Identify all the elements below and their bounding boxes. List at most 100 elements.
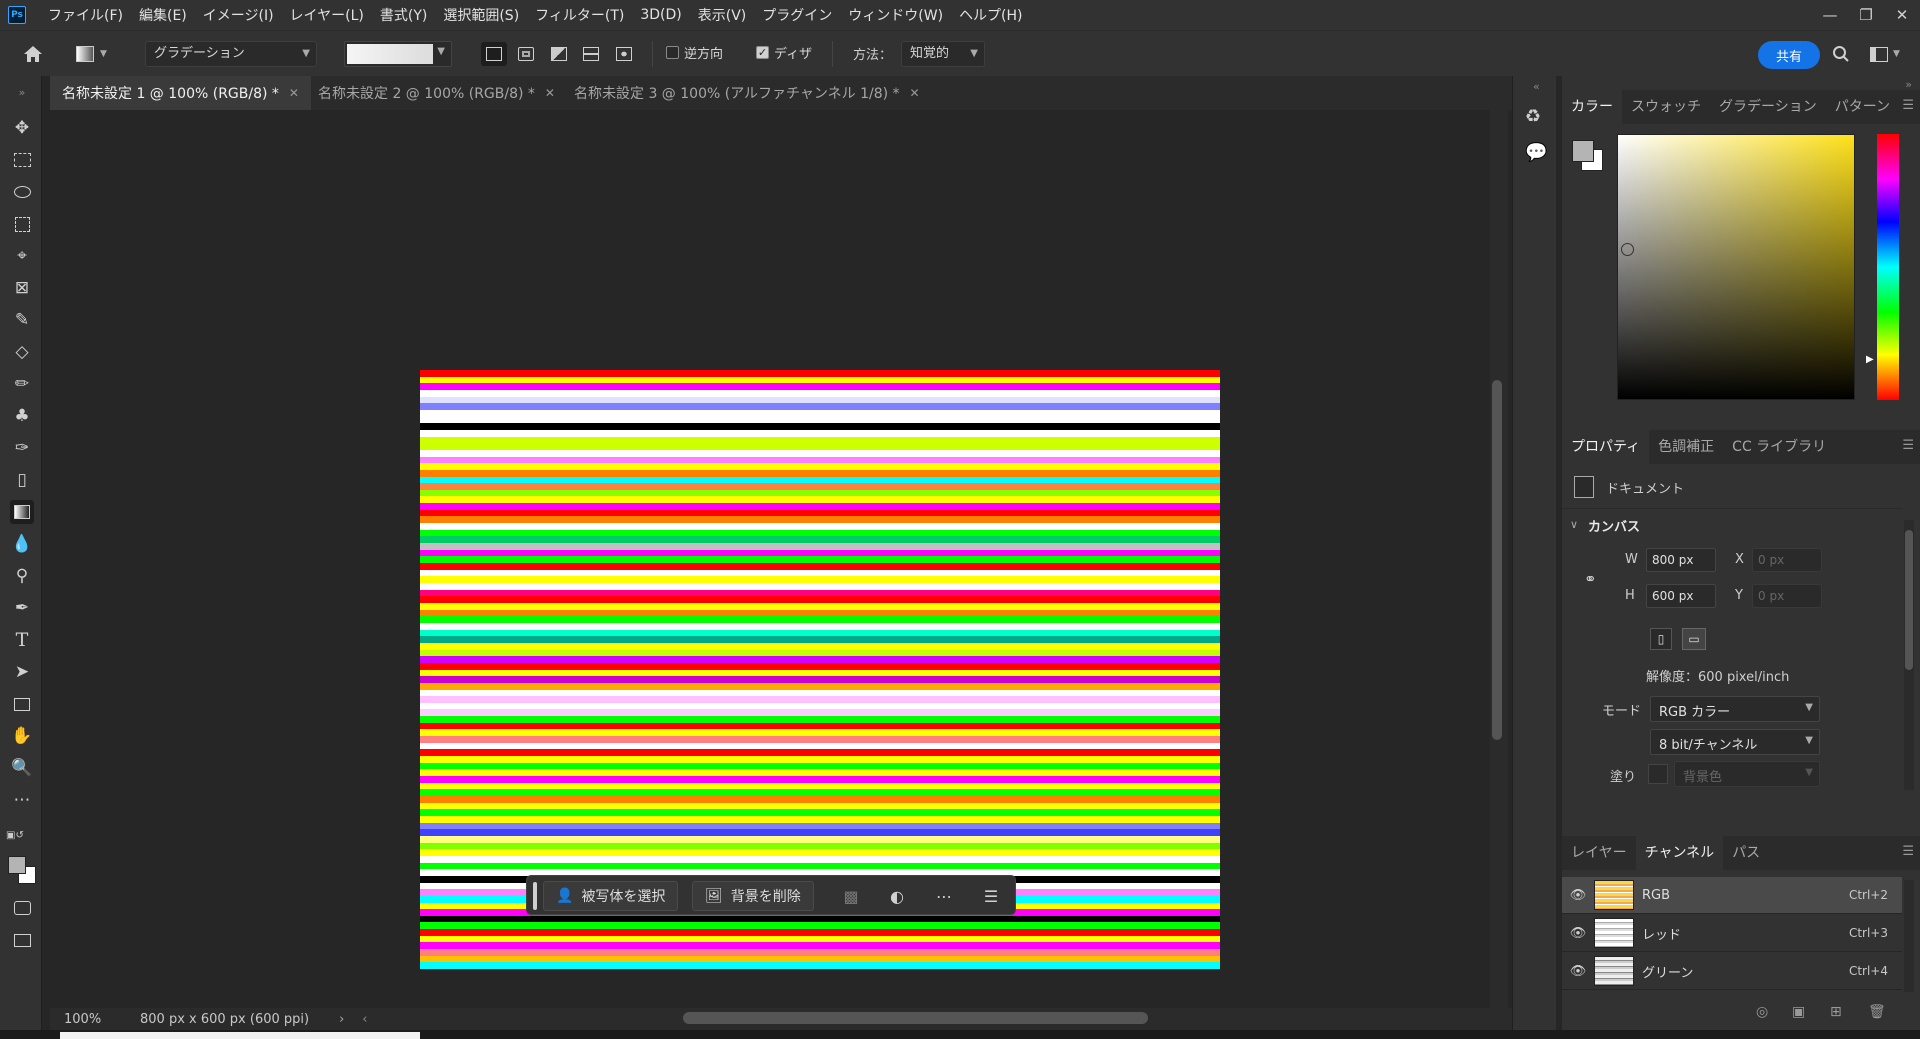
eye-icon[interactable]: 👁 [1562, 926, 1594, 941]
tab-adjustments[interactable]: 色調補正 [1649, 430, 1723, 464]
hue-slider[interactable] [1877, 134, 1899, 400]
dither-checkbox[interactable]: ✓ ディザ [756, 43, 812, 62]
type-tool-icon[interactable]: T [10, 628, 34, 652]
menu-window[interactable]: ウィンドウ(W) [840, 5, 951, 25]
more-options-icon[interactable]: ⋯ [932, 884, 956, 908]
angle-gradient-button[interactable] [546, 42, 572, 66]
tab-color[interactable]: カラー [1562, 90, 1622, 124]
color-mode-dropdown[interactable]: RGB カラー ▼ [1650, 696, 1820, 722]
menu-layer[interactable]: レイヤー(L) [282, 5, 372, 25]
scroll-left-icon[interactable]: ‹ [362, 1012, 367, 1027]
transform-icon[interactable]: ▩ [839, 884, 863, 908]
move-tool-icon[interactable]: ✥ [10, 116, 34, 140]
blur-tool-icon[interactable]: 💧 [10, 532, 34, 556]
new-channel-icon[interactable]: ⊞ [1830, 1004, 1842, 1020]
method-dropdown[interactable]: 知覚的 ▼ [901, 41, 985, 67]
color-picker-field[interactable] [1617, 134, 1855, 400]
workspace-icon[interactable]: ▼ [1870, 40, 1900, 68]
portrait-orientation-icon[interactable]: ▯ [1650, 628, 1672, 650]
foreground-color-swatch[interactable] [8, 856, 26, 874]
lasso-tool-icon[interactable] [10, 180, 34, 204]
tab-channels[interactable]: チャンネル [1635, 836, 1724, 870]
quick-mask-icon[interactable] [10, 896, 34, 920]
channel-row-green[interactable]: 👁 グリーン Ctrl+4 [1562, 953, 1902, 990]
taskbar-drag-handle[interactable] [533, 882, 537, 910]
reverse-checkbox[interactable]: 逆方向 [666, 43, 723, 62]
tab-swatches[interactable]: スウォッチ [1622, 90, 1710, 124]
trash-icon[interactable]: 🗑 [1868, 1004, 1886, 1020]
menu-edit[interactable]: 編集(E) [131, 5, 195, 25]
diamond-gradient-button[interactable] [611, 42, 637, 66]
home-icon[interactable] [22, 40, 44, 68]
tab-gradients[interactable]: グラデーション [1710, 90, 1826, 124]
history-panel-icon[interactable]: ♻ [1525, 106, 1541, 127]
screen-mode-icon[interactable] [10, 928, 34, 952]
properties-scrollbar-thumb[interactable] [1905, 530, 1913, 670]
rectangle-tool-icon[interactable] [10, 692, 34, 716]
settings-sliders-icon[interactable]: ☰ [979, 884, 1003, 908]
fill-dropdown[interactable]: 背景色 ▼ [1674, 761, 1820, 787]
chevron-down-icon[interactable]: ∨ [1570, 518, 1578, 531]
landscape-orientation-icon[interactable]: ▭ [1682, 628, 1706, 650]
y-field[interactable]: 0 px [1752, 584, 1822, 608]
eyedropper-tool-icon[interactable]: ✎ [10, 308, 34, 332]
tab-properties[interactable]: プロパティ [1562, 430, 1650, 464]
channel-row-rgb[interactable]: 👁 RGB Ctrl+2 [1562, 877, 1902, 914]
tab-patterns[interactable]: パターン [1826, 90, 1899, 124]
channel-row-red[interactable]: 👁 レッド Ctrl+3 [1562, 915, 1902, 952]
zoom-level[interactable]: 100% [50, 1012, 110, 1027]
menu-type[interactable]: 書式(Y) [372, 5, 435, 25]
comments-panel-icon[interactable]: 💬 [1525, 142, 1547, 163]
bit-depth-dropdown[interactable]: 8 bit/チャンネル ▼ [1650, 729, 1820, 755]
hand-tool-icon[interactable]: ✋ [10, 724, 34, 748]
document-tab-1[interactable]: 名称未設定 1 @ 100% (RGB/8) * ✕ [50, 76, 311, 110]
height-field[interactable]: 600 px [1646, 584, 1716, 608]
path-selection-tool-icon[interactable]: ➤ [10, 660, 34, 684]
x-field[interactable]: 0 px [1752, 548, 1822, 572]
object-selection-tool-icon[interactable] [10, 212, 34, 236]
pen-tool-icon[interactable]: ✒ [10, 596, 34, 620]
tab-layers[interactable]: レイヤー [1562, 836, 1636, 870]
eye-icon[interactable]: 👁 [1562, 964, 1594, 979]
link-icon[interactable]: ⚭ [1584, 570, 1597, 588]
menu-select[interactable]: 選択範囲(S) [435, 5, 527, 25]
panel-menu-icon[interactable]: ☰ [1902, 844, 1914, 859]
color-foreground-swatch[interactable] [1572, 140, 1594, 162]
close-tab-icon[interactable]: ✕ [545, 86, 555, 100]
select-subject-button[interactable]: 👤 被写体を選択 [543, 881, 679, 911]
brush-tool-icon[interactable]: ✏ [10, 372, 34, 396]
properties-scrollbar[interactable] [1904, 520, 1914, 790]
gradient-swatch-picker[interactable]: ▼ [344, 41, 452, 67]
tool-preset-picker[interactable]: ▼ [76, 40, 107, 68]
fill-color-swatch[interactable] [1648, 764, 1668, 784]
marquee-tool-icon[interactable] [10, 148, 34, 172]
menu-3d[interactable]: 3D(D) [632, 7, 689, 23]
save-selection-icon[interactable]: ▣ [1792, 1004, 1805, 1020]
linear-gradient-button[interactable] [481, 42, 507, 66]
collapse-panels-icon[interactable]: « [1533, 80, 1540, 93]
healing-brush-tool-icon[interactable]: ◇ [10, 340, 34, 364]
clone-stamp-tool-icon[interactable]: ♣ [10, 404, 34, 428]
frame-tool-icon[interactable]: ⊠ [10, 276, 34, 300]
history-brush-tool-icon[interactable]: ✑ [10, 436, 34, 460]
gradient-preset-dropdown[interactable]: グラデーション ▼ [145, 41, 317, 67]
close-tab-icon[interactable]: ✕ [910, 86, 920, 100]
eye-icon[interactable]: 👁 [1562, 888, 1594, 903]
more-tools-icon[interactable]: ⋯ [10, 788, 34, 812]
load-selection-icon[interactable]: ◎ [1756, 1004, 1768, 1020]
menu-image[interactable]: イメージ(I) [195, 5, 282, 25]
menu-plugins[interactable]: プラグイン [754, 5, 840, 25]
dodge-tool-icon[interactable]: ⚲ [10, 564, 34, 588]
adjustment-icon[interactable]: ◐ [885, 884, 909, 908]
menu-help[interactable]: ヘルプ(H) [951, 5, 1030, 25]
width-field[interactable]: 800 px [1646, 548, 1716, 572]
search-icon[interactable] [1832, 40, 1850, 68]
canvas-section-title[interactable]: カンバス [1588, 516, 1640, 535]
menu-file[interactable]: ファイル(F) [40, 5, 131, 25]
zoom-tool-icon[interactable]: 🔍 [10, 756, 34, 780]
vertical-scrollbar-thumb[interactable] [1492, 380, 1502, 740]
eraser-tool-icon[interactable]: ▯ [10, 468, 34, 492]
chevron-right-icon[interactable]: › [339, 1012, 344, 1027]
tab-paths[interactable]: パス [1723, 836, 1769, 870]
radial-gradient-button[interactable] [513, 42, 539, 66]
